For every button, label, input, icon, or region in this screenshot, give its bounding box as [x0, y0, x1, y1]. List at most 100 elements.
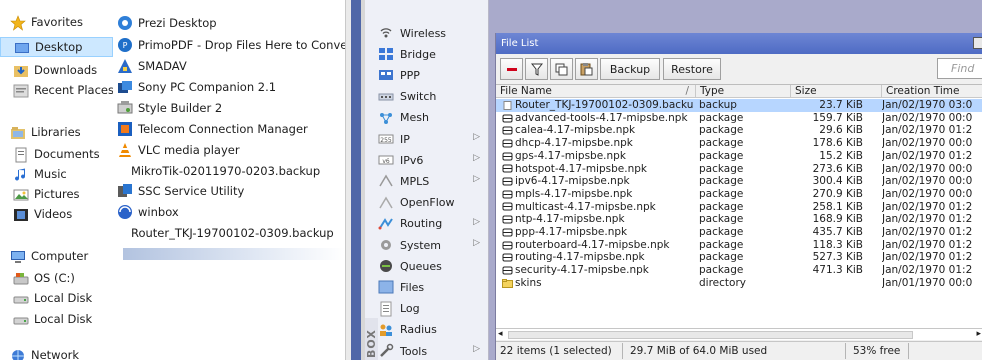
filter-button[interactable] [525, 58, 548, 80]
winbox-side-label: BOX [365, 318, 378, 360]
menu-item-switch[interactable]: Switch [378, 86, 486, 108]
table-row[interactable]: advanced-tools-4.17-mipsbe.npk package 159… [496, 112, 982, 125]
column-header-size[interactable]: Size [791, 85, 882, 98]
nav-videos[interactable]: Videos [0, 204, 113, 224]
recent-places-icon [13, 83, 29, 98]
menu-item-routing[interactable]: Routing ▷ [378, 213, 486, 235]
menu-item-system[interactable]: System ▷ [378, 234, 486, 256]
table-row[interactable]: calea-4.17-mipsbe.npk package 29.6 KiB Jan/… [496, 124, 982, 137]
nav-item-label: Desktop [35, 40, 83, 54]
menu-item-mesh[interactable]: Mesh [378, 107, 486, 129]
column-header-creation-time[interactable]: Creation Time [882, 85, 982, 98]
table-row[interactable]: skins directory Jan/01/1970 00:0 [496, 277, 982, 290]
menu-item-bridge[interactable]: Bridge [378, 43, 486, 65]
cell-file-name: Router_TKJ-19700102-0309.backup [502, 99, 694, 112]
explorer-file-item[interactable]: winbox [117, 201, 345, 222]
table-row[interactable]: multicast-4.17-mipsbe.npk package 258.1 Ki… [496, 201, 982, 214]
nav-computer[interactable]: Computer [0, 246, 113, 266]
file-name-text: security-4.17-mipsbe.npk [515, 264, 649, 277]
file-name-text: ipv6-4.17-mipsbe.npk [515, 175, 630, 188]
menu-item-files[interactable]: Files [378, 276, 486, 298]
scrollbar-thumb[interactable] [508, 331, 913, 339]
menu-item-ipv6[interactable]: v6 IPv6 ▷ [378, 149, 486, 171]
package-icon [502, 266, 513, 275]
nav-music[interactable]: Music [0, 164, 113, 184]
menu-item-openflow[interactable]: OpenFlow [378, 192, 486, 214]
explorer-file-item[interactable]: Style Builder 2 [117, 97, 345, 118]
nav-downloads[interactable]: Downloads [0, 60, 113, 80]
nav-desktop[interactable]: Desktop [0, 37, 113, 57]
menu-item-label: Tools [400, 344, 428, 358]
explorer-file-item[interactable]: P PrimoPDF - Drop Files Here to Convert! [117, 34, 345, 55]
bridge-icon [378, 46, 394, 62]
explorer-file-item[interactable]: Sony PC Companion 2.1 [117, 76, 345, 97]
file-list-titlebar[interactable]: File List [496, 33, 982, 54]
menu-item-wireless[interactable]: Wireless [378, 22, 486, 44]
menu-item-log[interactable]: Log [378, 298, 486, 320]
menu-item-mpls[interactable]: MPLS ▷ [378, 170, 486, 192]
cell-type: package [699, 137, 744, 150]
table-row[interactable]: ppp-4.17-mipsbe.npk package 435.7 KiB Jan/0… [496, 226, 982, 239]
table-row[interactable]: Router_TKJ-19700102-0309.backup backup 23.… [496, 99, 982, 112]
table-row[interactable]: routing-4.17-mipsbe.npk package 527.3 KiB J… [496, 251, 982, 264]
column-header-type[interactable]: Type [696, 85, 791, 98]
menu-item-label: Mesh [400, 111, 429, 125]
table-row[interactable]: mpls-4.17-mipsbe.npk package 270.9 KiB Jan/… [496, 188, 982, 201]
remove-button[interactable] [500, 58, 523, 80]
nav-favorites[interactable]: Favorites [0, 12, 113, 32]
explorer-file-item[interactable]: Telecom Connection Manager [117, 118, 345, 139]
column-header-file-name[interactable]: File Name / [496, 85, 696, 98]
copy-icon [555, 63, 568, 75]
folder-icon [502, 278, 513, 288]
explorer-file-item[interactable]: VLC media player [117, 139, 345, 160]
nav-network[interactable]: Network [0, 345, 113, 360]
status-free-space: 53% free [853, 345, 901, 357]
table-row[interactable]: dhcp-4.17-mipsbe.npk package 178.6 KiB Jan/… [496, 137, 982, 150]
find-input[interactable]: Find [937, 58, 982, 79]
menu-item-tools[interactable]: Tools ▷ [378, 340, 486, 360]
package-icon [502, 202, 513, 211]
restore-button[interactable]: Restore [663, 58, 721, 80]
copy-button[interactable] [550, 58, 573, 80]
nav-libraries[interactable]: Libraries [0, 122, 113, 142]
nav-os-drive[interactable]: OS (C:) [0, 268, 113, 288]
table-row[interactable]: security-4.17-mipsbe.npk package 471.3 KiB… [496, 264, 982, 277]
nav-local-disk-1[interactable]: Local Disk [0, 288, 113, 308]
table-row[interactable]: hotspot-4.17-mipsbe.npk package 273.6 KiB J… [496, 163, 982, 176]
scroll-left-icon[interactable]: ◂ [498, 329, 503, 339]
cell-type: directory [699, 276, 746, 289]
nav-local-disk-2[interactable]: Local Disk [0, 309, 113, 329]
star-icon [10, 15, 26, 31]
menu-item-label: IP [400, 132, 410, 146]
submenu-arrow-icon: ▷ [473, 174, 480, 185]
nav-recent-places[interactable]: Recent Places [0, 80, 113, 100]
explorer-file-item[interactable]: MikroTik-02011970-0203.backup [117, 160, 345, 181]
paste-button[interactable] [575, 58, 598, 80]
style-builder-icon [117, 100, 133, 116]
menu-item-label: OpenFlow [400, 196, 455, 210]
menu-item-radius[interactable]: Radius [378, 319, 486, 341]
nav-pictures[interactable]: Pictures [0, 184, 113, 204]
scroll-right-icon[interactable]: ▸ [976, 329, 981, 339]
maximize-icon[interactable] [973, 37, 982, 49]
horizontal-scrollbar[interactable]: ◂ ▸ [496, 328, 982, 340]
cell-size: 527.3 KiB [812, 251, 863, 264]
backup-button[interactable]: Backup [600, 58, 660, 80]
cell-file-name: advanced-tools-4.17-mipsbe.npk [502, 112, 694, 125]
menu-item-ppp[interactable]: PPP [378, 64, 486, 86]
cell-file-name: hotspot-4.17-mipsbe.npk [502, 163, 694, 176]
cell-file-name: ntp-4.17-mipsbe.npk [502, 213, 694, 226]
cell-type: package [699, 162, 744, 175]
nav-documents[interactable]: Documents [0, 144, 113, 164]
menu-item-ip[interactable]: 255 IP ▷ [378, 128, 486, 150]
explorer-file-item[interactable]: Prezi Desktop [117, 12, 345, 33]
table-row[interactable]: routerboard-4.17-mipsbe.npk package 118.3 … [496, 239, 982, 252]
explorer-file-item[interactable]: SMADAV [117, 55, 345, 76]
table-row[interactable]: ntp-4.17-mipsbe.npk package 168.9 KiB Jan/0… [496, 213, 982, 226]
package-icon [502, 241, 513, 250]
table-row[interactable]: gps-4.17-mipsbe.npk package 15.2 KiB Jan/02… [496, 150, 982, 163]
explorer-file-item[interactable]: SSC Service Utility [117, 180, 345, 201]
table-row[interactable]: ipv6-4.17-mipsbe.npk package 300.4 KiB Jan/… [496, 175, 982, 188]
explorer-file-item[interactable]: Router_TKJ-19700102-0309.backup [117, 222, 345, 243]
menu-item-queues[interactable]: Queues [378, 255, 486, 277]
